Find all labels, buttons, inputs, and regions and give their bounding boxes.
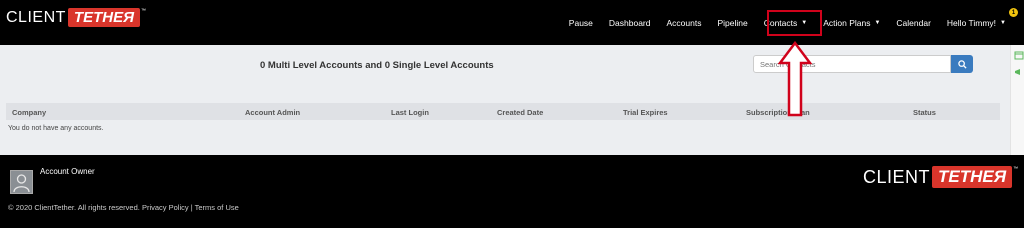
- client-tether-footer-logo: CLIENT TETHEЯ ™: [863, 166, 1019, 188]
- nav-action-plans-dropdown[interactable]: Action Plans ▼: [815, 0, 888, 45]
- terms-of-use-link[interactable]: Terms of Use: [195, 203, 239, 212]
- column-company[interactable]: Company: [12, 108, 46, 117]
- nav-user-menu[interactable]: Hello Timmy! ▼: [939, 0, 1014, 45]
- column-created-date[interactable]: Created Date: [497, 108, 543, 117]
- client-tether-logo[interactable]: CLIENT TETHEЯ ™: [6, 8, 146, 27]
- caret-down-icon: ▼: [1000, 19, 1006, 26]
- account-owner-label: Account Owner: [40, 167, 95, 176]
- column-trial-expires[interactable]: Trial Expires: [623, 108, 668, 117]
- nav-accounts[interactable]: Accounts: [659, 0, 710, 45]
- up-arrow-annotation: [778, 41, 812, 117]
- nav-pause[interactable]: Pause: [561, 0, 601, 45]
- account-owner-avatar: [10, 170, 33, 194]
- nav-pipeline[interactable]: Pipeline: [709, 0, 755, 45]
- nav-dashboard[interactable]: Dashboard: [601, 0, 659, 45]
- megaphone-icon[interactable]: [1014, 67, 1024, 77]
- footer-copyright: © 2020 ClientTether. All rights reserved…: [8, 203, 239, 212]
- search-icon: [957, 59, 967, 69]
- nav-calendar[interactable]: Calendar: [888, 0, 939, 45]
- column-status[interactable]: Status: [913, 108, 936, 117]
- accounts-summary-heading: 0 Multi Level Accounts and 0 Single Leve…: [260, 60, 494, 71]
- search-button[interactable]: [951, 55, 973, 73]
- privacy-policy-link[interactable]: Privacy Policy: [142, 203, 189, 212]
- notification-badge[interactable]: 1: [1009, 8, 1018, 17]
- caret-down-icon: ▼: [874, 19, 881, 26]
- accounts-panel: 0 Multi Level Accounts and 0 Single Leve…: [0, 45, 1010, 155]
- contacts-highlight-box: [767, 10, 822, 36]
- accounts-table-header: Company Account Admin Last Login Created…: [6, 103, 1000, 120]
- user-icon: [11, 171, 32, 193]
- vertical-scrollbar[interactable]: [1010, 45, 1024, 155]
- column-last-login[interactable]: Last Login: [391, 108, 429, 117]
- top-navbar: CLIENT TETHEЯ ™ Pause Dashboard Accounts…: [0, 0, 1024, 45]
- empty-accounts-message: You do not have any accounts.: [8, 125, 104, 132]
- calendar-icon[interactable]: [1014, 50, 1024, 60]
- column-account-admin[interactable]: Account Admin: [245, 108, 300, 117]
